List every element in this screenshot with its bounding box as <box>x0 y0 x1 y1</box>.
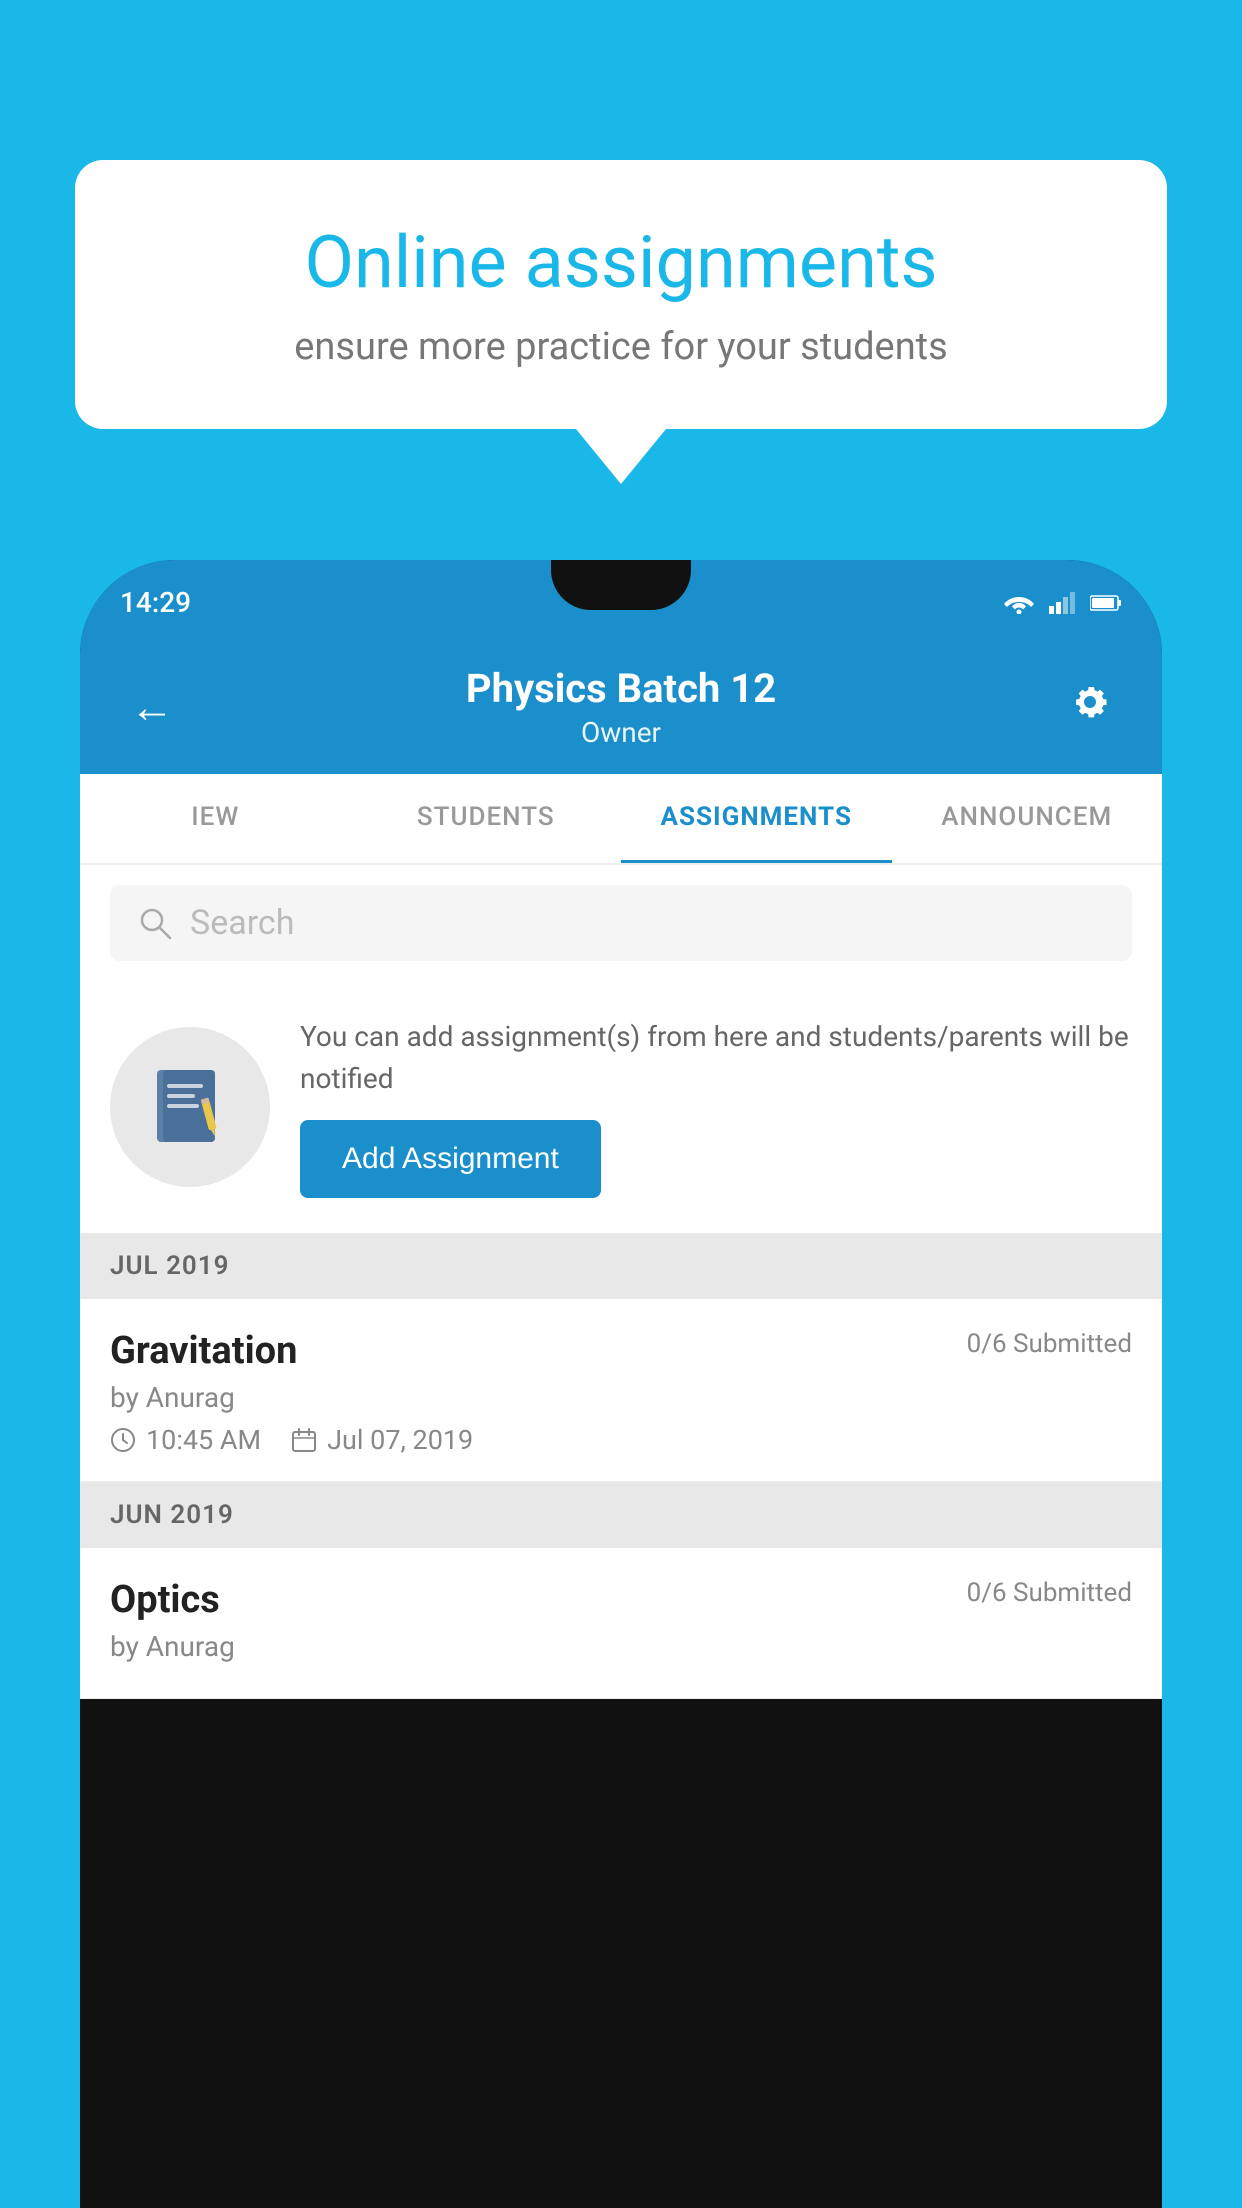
tabs-bar: IEW STUDENTS ASSIGNMENTS ANNOUNCEM <box>80 774 1162 865</box>
status-icons <box>1004 592 1122 614</box>
promo-description: You can add assignment(s) from here and … <box>300 1016 1132 1100</box>
section-jun-2019: JUN 2019 <box>80 1482 1162 1548</box>
batch-title: Physics Batch 12 <box>184 665 1058 712</box>
calendar-icon <box>291 1427 317 1453</box>
assignment-promo-icon <box>110 1027 270 1187</box>
search-placeholder: Search <box>190 903 294 943</box>
search-icon <box>138 906 172 940</box>
assignment-name-gravitation: Gravitation <box>110 1329 297 1373</box>
date-value-gravitation: Jul 07, 2019 <box>327 1424 473 1456</box>
search-bar[interactable]: Search <box>110 885 1132 961</box>
assignment-by-gravitation: by Anurag <box>110 1381 1132 1414</box>
gear-icon <box>1068 680 1112 724</box>
assignment-submitted-gravitation: 0/6 Submitted <box>967 1329 1132 1359</box>
assignment-promo: You can add assignment(s) from here and … <box>80 981 1162 1233</box>
tab-iew[interactable]: IEW <box>80 774 351 863</box>
assignment-promo-text: You can add assignment(s) from here and … <box>300 1016 1132 1198</box>
assignment-gravitation[interactable]: Gravitation 0/6 Submitted by Anurag 10:4… <box>80 1299 1162 1482</box>
tab-announcements[interactable]: ANNOUNCEM <box>892 774 1163 863</box>
speech-bubble-arrow <box>576 429 666 484</box>
assignment-optics[interactable]: Optics 0/6 Submitted by Anurag <box>80 1548 1162 1699</box>
tab-assignments[interactable]: ASSIGNMENTS <box>621 774 892 863</box>
signal-icon <box>1049 592 1075 614</box>
settings-button[interactable] <box>1058 670 1122 745</box>
tab-students[interactable]: STUDENTS <box>351 774 622 863</box>
meta-date-gravitation: Jul 07, 2019 <box>291 1424 473 1456</box>
assignment-submitted-optics: 0/6 Submitted <box>967 1578 1132 1608</box>
search-container: Search <box>80 865 1162 981</box>
header-center: Physics Batch 12 Owner <box>184 665 1058 749</box>
time-value-gravitation: 10:45 AM <box>146 1424 261 1456</box>
status-bar: 14:29 <box>80 560 1162 645</box>
assignment-name-optics: Optics <box>110 1578 220 1622</box>
phone-frame: 14:29 ← Phys <box>80 560 1162 2208</box>
meta-time-gravitation: 10:45 AM <box>110 1424 261 1456</box>
app-header: ← Physics Batch 12 Owner <box>80 645 1162 774</box>
assignment-meta-gravitation: 10:45 AM Jul 07, 2019 <box>110 1424 1132 1456</box>
back-button[interactable]: ← <box>120 671 184 743</box>
notebook-icon <box>145 1062 235 1152</box>
add-assignment-button[interactable]: Add Assignment <box>300 1120 601 1198</box>
status-time: 14:29 <box>120 586 191 619</box>
speech-bubble-title: Online assignments <box>145 220 1097 305</box>
speech-bubble-subtitle: ensure more practice for your students <box>145 325 1097 369</box>
assignment-by-optics: by Anurag <box>110 1630 1132 1663</box>
wifi-icon <box>1004 592 1034 614</box>
clock-icon <box>110 1427 136 1453</box>
notch <box>551 560 691 610</box>
batch-subtitle: Owner <box>184 716 1058 749</box>
speech-bubble-wrapper: Online assignments ensure more practice … <box>75 160 1167 484</box>
battery-icon <box>1090 594 1122 612</box>
speech-bubble: Online assignments ensure more practice … <box>75 160 1167 429</box>
section-jul-2019: JUL 2019 <box>80 1233 1162 1299</box>
